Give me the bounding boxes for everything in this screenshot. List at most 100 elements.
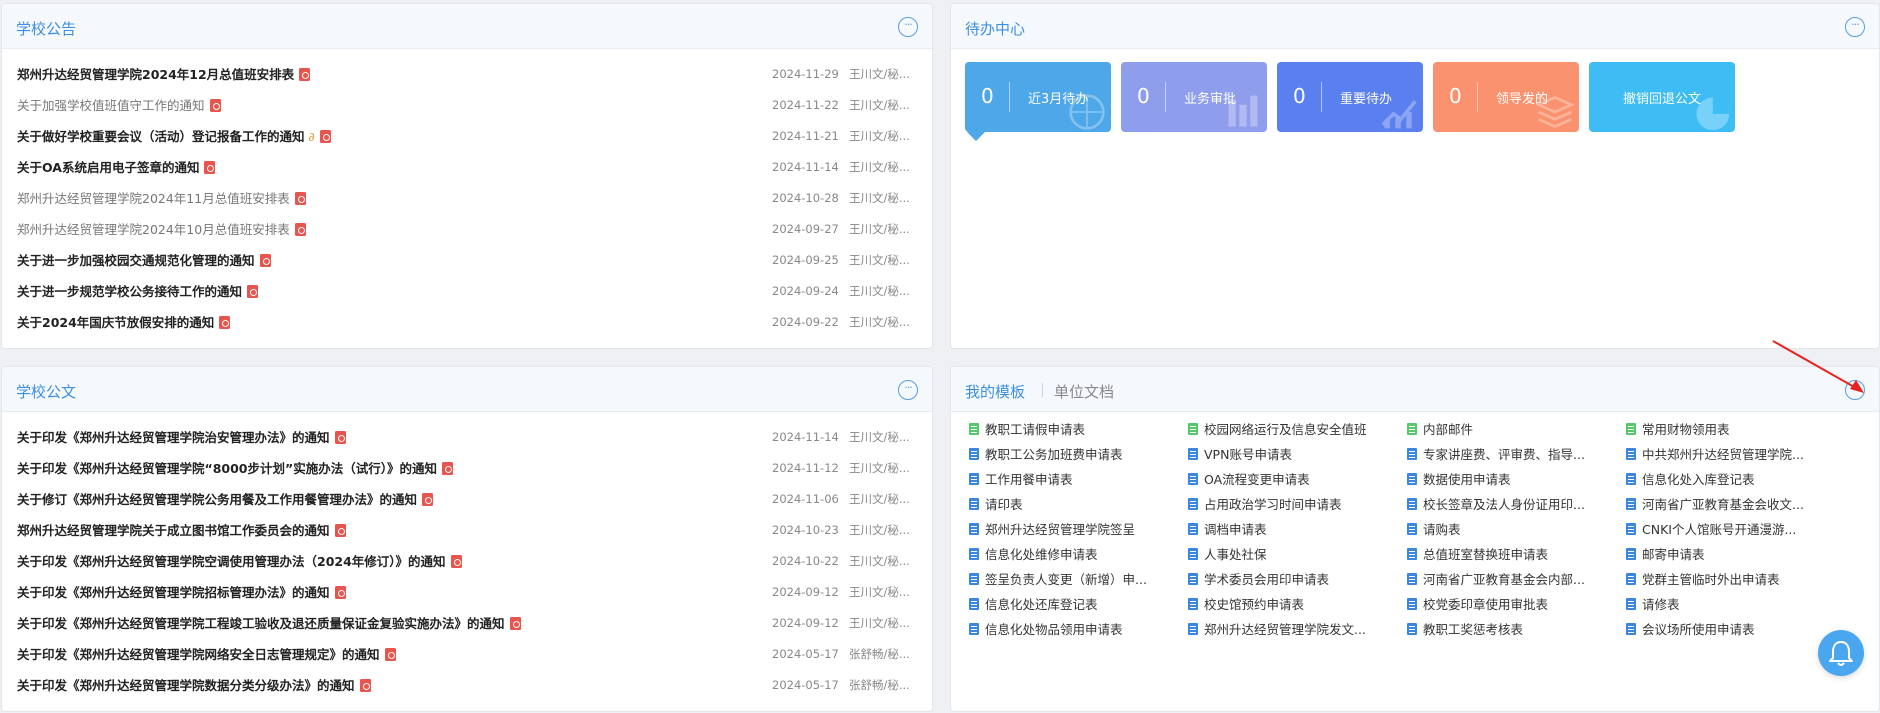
item-title[interactable]: 关于做好学校重要会议（活动）登记报备工作的通知 <box>17 129 305 144</box>
document-icon <box>1626 573 1636 585</box>
template-item[interactable]: 邮寄申请表 <box>1626 545 1836 565</box>
item-author: 王川文/秘... <box>849 160 910 174</box>
item-title[interactable]: 关于印发《郑州升达经贸管理学院网络安全日志管理规定》的通知 <box>17 647 380 662</box>
template-item[interactable]: 人事处社保 <box>1188 545 1398 565</box>
templates-header: 我的模板 单位文档 ··· <box>951 367 1879 412</box>
template-item[interactable]: 请印表 <box>969 495 1179 515</box>
tab-unit-documents[interactable]: 单位文档 <box>1054 381 1114 402</box>
template-label: 数据使用申请表 <box>1423 472 1511 487</box>
item-author: 王川文/秘... <box>849 222 910 236</box>
list-item: 关于印发《郑州升达经贸管理学院网络安全日志管理规定》的通知 2024-05-17 张… <box>2 639 932 670</box>
template-item[interactable]: 校党委印章使用审批表 <box>1407 595 1617 615</box>
template-item[interactable]: 郑州升达经贸管理学院签呈 <box>969 520 1179 540</box>
template-item[interactable]: 校长签章及法人身份证用印... <box>1407 495 1617 515</box>
template-label: CNKI个人馆账号开通漫游... <box>1642 522 1797 537</box>
item-title[interactable]: 关于进一步规范学校公务接待工作的通知 <box>17 284 242 299</box>
template-label: 调档申请表 <box>1204 522 1267 537</box>
item-title[interactable]: 关于2024年国庆节放假安排的通知 <box>17 315 214 330</box>
template-item[interactable]: 会议场所使用申请表 <box>1626 620 1836 640</box>
tile-decoration-icon <box>1696 97 1730 131</box>
notices-panel: 学校公告 ··· 郑州升达经贸管理学院2024年12月总值班安排表 2024-11… <box>1 3 933 349</box>
item-title[interactable]: 郑州升达经贸管理学院2024年10月总值班安排表 <box>17 222 290 237</box>
item-title[interactable]: 关于OA系统启用电子签章的通知 <box>17 160 199 175</box>
template-item[interactable]: 教职工公务加班费申请表 <box>969 445 1179 465</box>
template-item[interactable]: 郑州升达经贸管理学院发文... <box>1188 620 1398 640</box>
template-item[interactable]: 请修表 <box>1626 595 1836 615</box>
item-author: 王川文/秘... <box>849 585 910 599</box>
template-item[interactable]: 教职工请假申请表 <box>969 420 1179 440</box>
template-item[interactable]: 数据使用申请表 <box>1407 470 1617 490</box>
template-item[interactable]: 内部邮件 <box>1407 420 1617 440</box>
list-item: 关于2024年国庆节放假安排的通知 2024-09-22 王川文/秘... <box>2 307 932 338</box>
document-icon <box>1407 598 1417 610</box>
pdf-icon <box>509 617 521 630</box>
template-label: 教职工公务加班费申请表 <box>985 447 1123 462</box>
item-title[interactable]: 郑州升达经贸管理学院2024年11月总值班安排表 <box>17 191 290 206</box>
item-title[interactable]: 郑州升达经贸管理学院2024年12月总值班安排表 <box>17 67 294 82</box>
template-item[interactable]: OA流程变更申请表 <box>1188 470 1398 490</box>
template-item[interactable]: 常用财物领用表 <box>1626 420 1836 440</box>
template-item[interactable]: 调档申请表 <box>1188 520 1398 540</box>
template-item[interactable]: 河南省广亚教育基金会内部... <box>1407 570 1617 590</box>
document-icon <box>969 448 979 460</box>
document-icon <box>1626 523 1636 535</box>
more-icon[interactable]: ··· <box>1845 17 1865 37</box>
item-date: 2024-05-17 <box>772 647 839 661</box>
document-icon <box>1626 598 1636 610</box>
template-item[interactable]: 中共郑州升达经贸管理学院... <box>1626 445 1836 465</box>
template-item[interactable]: 河南省广亚教育基金会收文... <box>1626 495 1836 515</box>
item-title[interactable]: 关于印发《郑州升达经贸管理学院治安管理办法》的通知 <box>17 430 330 445</box>
template-label: 信息化处还库登记表 <box>985 597 1098 612</box>
document-icon <box>1188 548 1198 560</box>
item-title[interactable]: 关于修订《郑州升达经贸管理学院公务用餐及工作用餐管理办法》的通知 <box>17 492 417 507</box>
template-item[interactable]: 占用政治学习时间申请表 <box>1188 495 1398 515</box>
template-item[interactable]: 校园网络运行及信息安全值班 <box>1188 420 1398 440</box>
template-label: VPN账号申请表 <box>1204 447 1292 462</box>
template-item[interactable]: 信息化处物品领用申请表 <box>969 620 1179 640</box>
pdf-icon <box>294 223 306 236</box>
template-item[interactable]: 请购表 <box>1407 520 1617 540</box>
template-item[interactable]: 总值班室替换班申请表 <box>1407 545 1617 565</box>
template-item[interactable]: 党群主管临时外出申请表 <box>1626 570 1836 590</box>
tab-my-templates[interactable]: 我的模板 <box>965 381 1025 402</box>
item-title[interactable]: 郑州升达经贸管理学院关于成立图书馆工作委员会的通知 <box>17 523 330 538</box>
template-item[interactable]: 专家讲座费、评审费、指导... <box>1407 445 1617 465</box>
todo-tile[interactable]: 0 重要待办 <box>1277 62 1423 132</box>
template-item[interactable]: 信息化处维修申请表 <box>969 545 1179 565</box>
item-date: 2024-09-25 <box>772 253 839 267</box>
document-icon <box>1626 448 1636 460</box>
item-title[interactable]: 关于进一步加强校园交通规范化管理的通知 <box>17 253 255 268</box>
item-author: 王川文/秘... <box>849 616 910 630</box>
todo-tile[interactable]: 0 近3月待办 <box>965 62 1111 132</box>
template-item[interactable]: 信息化处还库登记表 <box>969 595 1179 615</box>
todo-tile[interactable]: 撤销回退公文 <box>1589 62 1735 132</box>
tile-decoration-icon <box>1535 95 1575 129</box>
item-title[interactable]: 关于印发《郑州升达经贸管理学院空调使用管理办法（2024年修订）》的通知 <box>17 554 446 569</box>
item-title[interactable]: 关于加强学校值班值守工作的通知 <box>17 98 205 113</box>
item-title[interactable]: 关于印发《郑州升达经贸管理学院招标管理办法》的通知 <box>17 585 330 600</box>
more-icon[interactable]: ··· <box>898 380 918 400</box>
todo-tile[interactable]: 0 业务审批 <box>1121 62 1267 132</box>
document-icon <box>969 473 979 485</box>
document-icon <box>1407 498 1417 510</box>
item-date: 2024-10-22 <box>772 554 839 568</box>
todo-tile[interactable]: 0 领导发的 <box>1433 62 1579 132</box>
template-item[interactable]: 签呈负责人变更（新增）申... <box>969 570 1179 590</box>
template-item[interactable]: VPN账号申请表 <box>1188 445 1398 465</box>
todo-title: 待办中心 <box>965 20 1026 38</box>
list-item: 关于印发《郑州升达经贸管理学院治安管理办法》的通知 2024-11-14 王川文/秘… <box>2 422 932 453</box>
template-item[interactable]: 工作用餐申请表 <box>969 470 1179 490</box>
template-item[interactable]: 信息化处入库登记表 <box>1626 470 1836 490</box>
template-item[interactable]: 教职工奖惩考核表 <box>1407 620 1617 640</box>
item-title[interactable]: 关于印发《郑州升达经贸管理学院工程竣工验收及退还质量保证金复验实施办法》的通知 <box>17 616 505 631</box>
template-label: 河南省广亚教育基金会内部... <box>1423 572 1585 587</box>
notification-button[interactable] <box>1818 630 1864 676</box>
item-date: 2024-10-23 <box>772 523 839 537</box>
item-title[interactable]: 关于印发《郑州升达经贸管理学院“8000步计划”实施办法（试行）》的通知 <box>17 461 437 476</box>
template-item[interactable]: 校史馆预约申请表 <box>1188 595 1398 615</box>
more-icon[interactable]: ··· <box>898 17 918 37</box>
template-item[interactable]: 学术委员会用印申请表 <box>1188 570 1398 590</box>
item-date: 2024-11-06 <box>772 492 839 506</box>
item-title[interactable]: 关于印发《郑州升达经贸管理学院数据分类分级办法》的通知 <box>17 678 355 693</box>
template-item[interactable]: CNKI个人馆账号开通漫游... <box>1626 520 1836 540</box>
